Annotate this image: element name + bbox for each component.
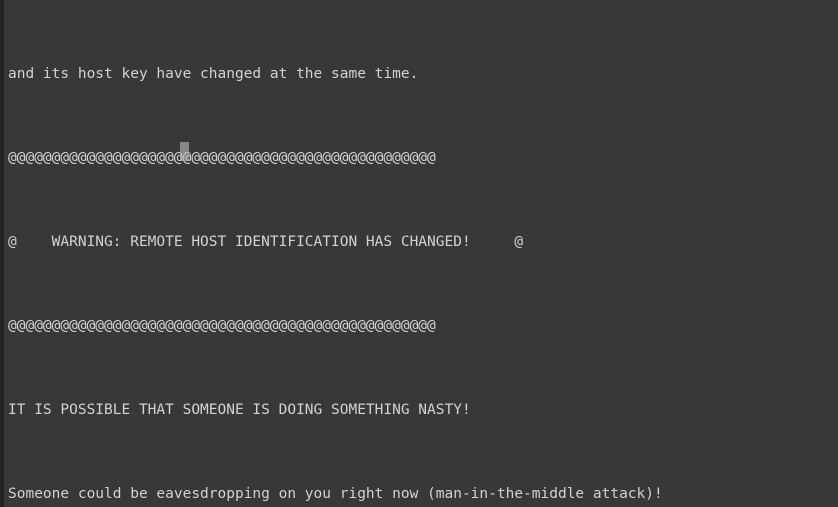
terminal-output-area[interactable]: and its host key have changed at the sam… (8, 4, 838, 507)
terminal-left-gutter (0, 0, 4, 507)
terminal-line-warning-header: @ WARNING: REMOTE HOST IDENTIFICATION HA… (8, 234, 524, 250)
terminal-line: and its host key have changed at the sam… (8, 66, 419, 82)
terminal-window[interactable]: and its host key have changed at the sam… (0, 0, 838, 507)
terminal-line-warning-border-top: @@@@@@@@@@@@@@@@@@@@@@@@@@@@@@@@@@@@@@@@… (8, 150, 436, 166)
terminal-line-warning-border-bottom: @@@@@@@@@@@@@@@@@@@@@@@@@@@@@@@@@@@@@@@@… (8, 318, 436, 334)
terminal-line: IT IS POSSIBLE THAT SOMEONE IS DOING SOM… (8, 402, 471, 418)
terminal-line-eavesdropping: Someone could be eavesdropping on you ri… (8, 486, 663, 502)
